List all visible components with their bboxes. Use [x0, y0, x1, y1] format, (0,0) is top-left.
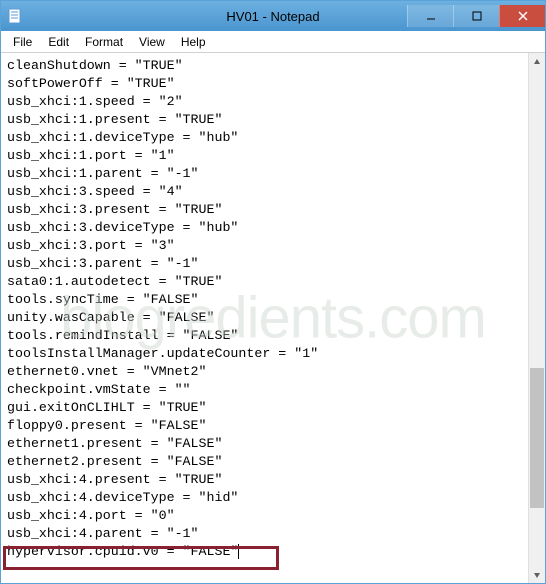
menu-view[interactable]: View — [131, 33, 173, 51]
maximize-button[interactable] — [453, 5, 499, 27]
notepad-window: HV01 - Notepad File Edit Format View Hel… — [0, 0, 546, 584]
window-title: HV01 - Notepad — [226, 9, 319, 24]
titlebar[interactable]: HV01 - Notepad — [1, 1, 545, 31]
text-editor[interactable]: cleanShutdown = "TRUE" softPowerOff = "T… — [1, 53, 528, 583]
menu-help[interactable]: Help — [173, 33, 214, 51]
menu-edit[interactable]: Edit — [40, 33, 77, 51]
scroll-up-button[interactable] — [529, 53, 545, 70]
text-cursor — [238, 544, 239, 559]
close-button[interactable] — [499, 5, 545, 27]
content-wrap: cleanShutdown = "TRUE" softPowerOff = "T… — [1, 53, 545, 583]
scroll-down-button[interactable] — [529, 566, 545, 583]
menubar: File Edit Format View Help — [1, 31, 545, 53]
minimize-button[interactable] — [407, 5, 453, 27]
scroll-thumb[interactable] — [530, 368, 544, 508]
menu-file[interactable]: File — [5, 33, 40, 51]
menu-format[interactable]: Format — [77, 33, 131, 51]
notepad-icon — [7, 8, 23, 24]
window-controls — [407, 5, 545, 27]
vertical-scrollbar[interactable] — [528, 53, 545, 583]
scroll-track[interactable] — [529, 70, 545, 566]
text-line-highlighted: hypervisor.cpuid.v0 = "FALSE" — [7, 544, 238, 559]
